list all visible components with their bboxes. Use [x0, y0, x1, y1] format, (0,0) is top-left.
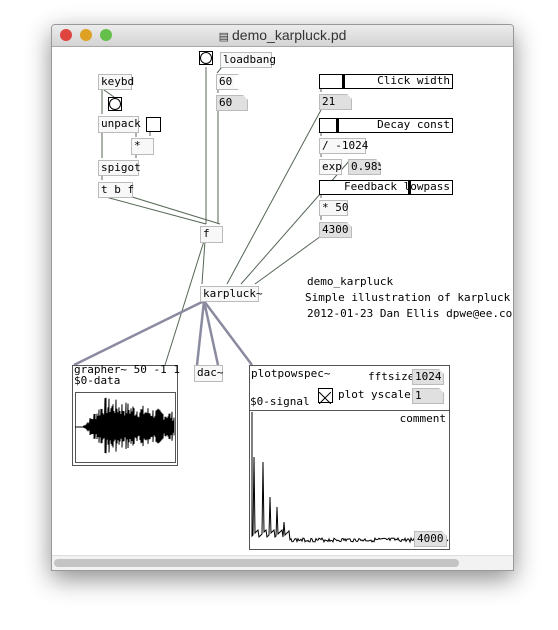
fftsize-number[interactable]: 1024: [412, 369, 444, 385]
bang-button[interactable]: [199, 51, 213, 65]
checkmark-x-icon: [318, 391, 332, 405]
yscale-number[interactable]: 1: [412, 388, 444, 404]
keybd-object[interactable]: keybd: [98, 74, 134, 90]
yscale-label: yscale: [371, 388, 411, 401]
plotpowspec-subpatch[interactable]: plotpowspec~ fftsize 1024 plot yscale 1 …: [249, 365, 450, 550]
window-title: demo_karpluck.pd: [232, 27, 347, 43]
click-width-slider[interactable]: Click width: [319, 74, 453, 89]
patch-canvas[interactable]: loadbang 60 60 keybd unpack * spigot t b…: [52, 47, 513, 570]
fftsize-label: fftsize: [368, 370, 415, 383]
number-box-60[interactable]: 60: [216, 95, 248, 111]
title-bar: ▤ demo_karpluck.pd: [52, 25, 513, 47]
slider-label: Feedback lowpass: [344, 180, 450, 193]
freq-number[interactable]: 4000: [414, 531, 447, 547]
waveform-graph: [75, 392, 176, 463]
scrollbar-thumb[interactable]: [54, 559, 459, 567]
patch-window: ▤ demo_karpluck.pd loadbang 60 60 keybd …: [51, 24, 514, 571]
float-object[interactable]: f: [200, 226, 223, 243]
signal-name: $0-signal: [250, 395, 310, 408]
exp-object[interactable]: exp: [319, 159, 342, 175]
plot-label: plot: [338, 388, 365, 401]
comment-title: demo_karpluck: [307, 275, 394, 288]
decay-number[interactable]: 0.985: [348, 159, 381, 175]
slider-knob[interactable]: [342, 75, 345, 88]
slider-label: Click width: [377, 74, 450, 87]
plot-checkbox[interactable]: [318, 388, 333, 405]
lowpass-number[interactable]: 4300: [319, 222, 352, 238]
grapher-subpatch[interactable]: grapher~ 50 -1 1 $0-data: [72, 364, 180, 466]
horizontal-scrollbar[interactable]: [52, 555, 513, 570]
slider-knob[interactable]: [336, 119, 339, 132]
dac-object[interactable]: dac~: [194, 365, 224, 382]
power-spectrum-plot: [251, 412, 449, 544]
grapher-array-name: $0-data: [74, 374, 121, 387]
document-icon: ▤: [218, 31, 233, 43]
unpack-object[interactable]: unpack: [98, 116, 141, 133]
click-width-number[interactable]: 21: [319, 94, 352, 110]
multiply-object[interactable]: *: [131, 138, 154, 155]
divide-object[interactable]: / -1024: [319, 138, 368, 154]
toggle[interactable]: [146, 117, 161, 132]
plotpowspec-title: plotpowspec~: [251, 367, 331, 380]
trigger-object[interactable]: t b f: [98, 182, 134, 198]
multiply-50-object[interactable]: * 50: [319, 200, 349, 216]
comment-author: 2012-01-23 Dan Ellis dpwe@ee.columbia.ed…: [307, 307, 513, 320]
slider-knob[interactable]: [408, 181, 411, 194]
feedback-lowpass-slider[interactable]: Feedback lowpass: [319, 180, 453, 195]
bang-button[interactable]: [108, 97, 122, 111]
spigot-object[interactable]: spigot: [98, 160, 141, 176]
decay-const-slider[interactable]: Decay const: [319, 118, 453, 133]
slider-label: Decay const: [377, 118, 450, 131]
karpluck-object[interactable]: karpluck~: [200, 286, 263, 302]
comment-description: Simple illustration of karpluck: [305, 291, 511, 304]
loadbang-object[interactable]: loadbang: [220, 52, 276, 68]
